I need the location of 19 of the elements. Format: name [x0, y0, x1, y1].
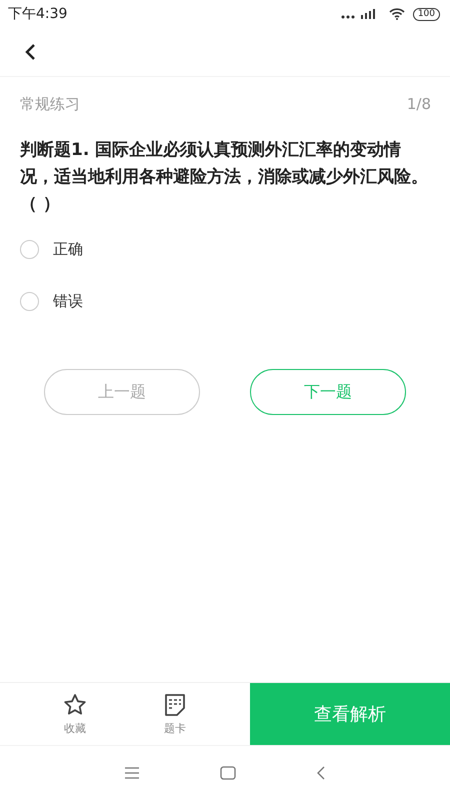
back-icon[interactable]	[24, 43, 36, 61]
answer-card-icon[interactable]	[163, 692, 187, 716]
home-icon[interactable]	[220, 766, 236, 780]
star-icon[interactable]	[63, 692, 87, 716]
question-text: 判断题1. 国际企业必须认真预测外汇汇率的变动情况，适当地利用各种避险方法，消除或减少外汇风险。（ ）	[18, 139, 429, 216]
view-analysis-button[interactable]: 查看解析	[250, 683, 450, 745]
status-time: 下午4:39	[8, 5, 68, 23]
question-nav-button[interactable]: 下一题	[250, 369, 406, 415]
wifi-icon	[388, 8, 405, 20]
option-label[interactable]: 错误	[53, 292, 83, 311]
menu-icon[interactable]	[124, 767, 140, 779]
progress-counter: 1/8	[406, 95, 431, 115]
radio-button[interactable]	[20, 292, 39, 311]
option-label[interactable]: 正确	[53, 240, 83, 259]
toolbar-label[interactable]: 收藏	[64, 720, 86, 736]
toolbar-label[interactable]: 题卡	[164, 720, 186, 736]
battery-indicator: 100	[412, 8, 440, 20]
radio-button[interactable]	[20, 240, 39, 259]
section-title: 常规练习	[20, 95, 80, 115]
